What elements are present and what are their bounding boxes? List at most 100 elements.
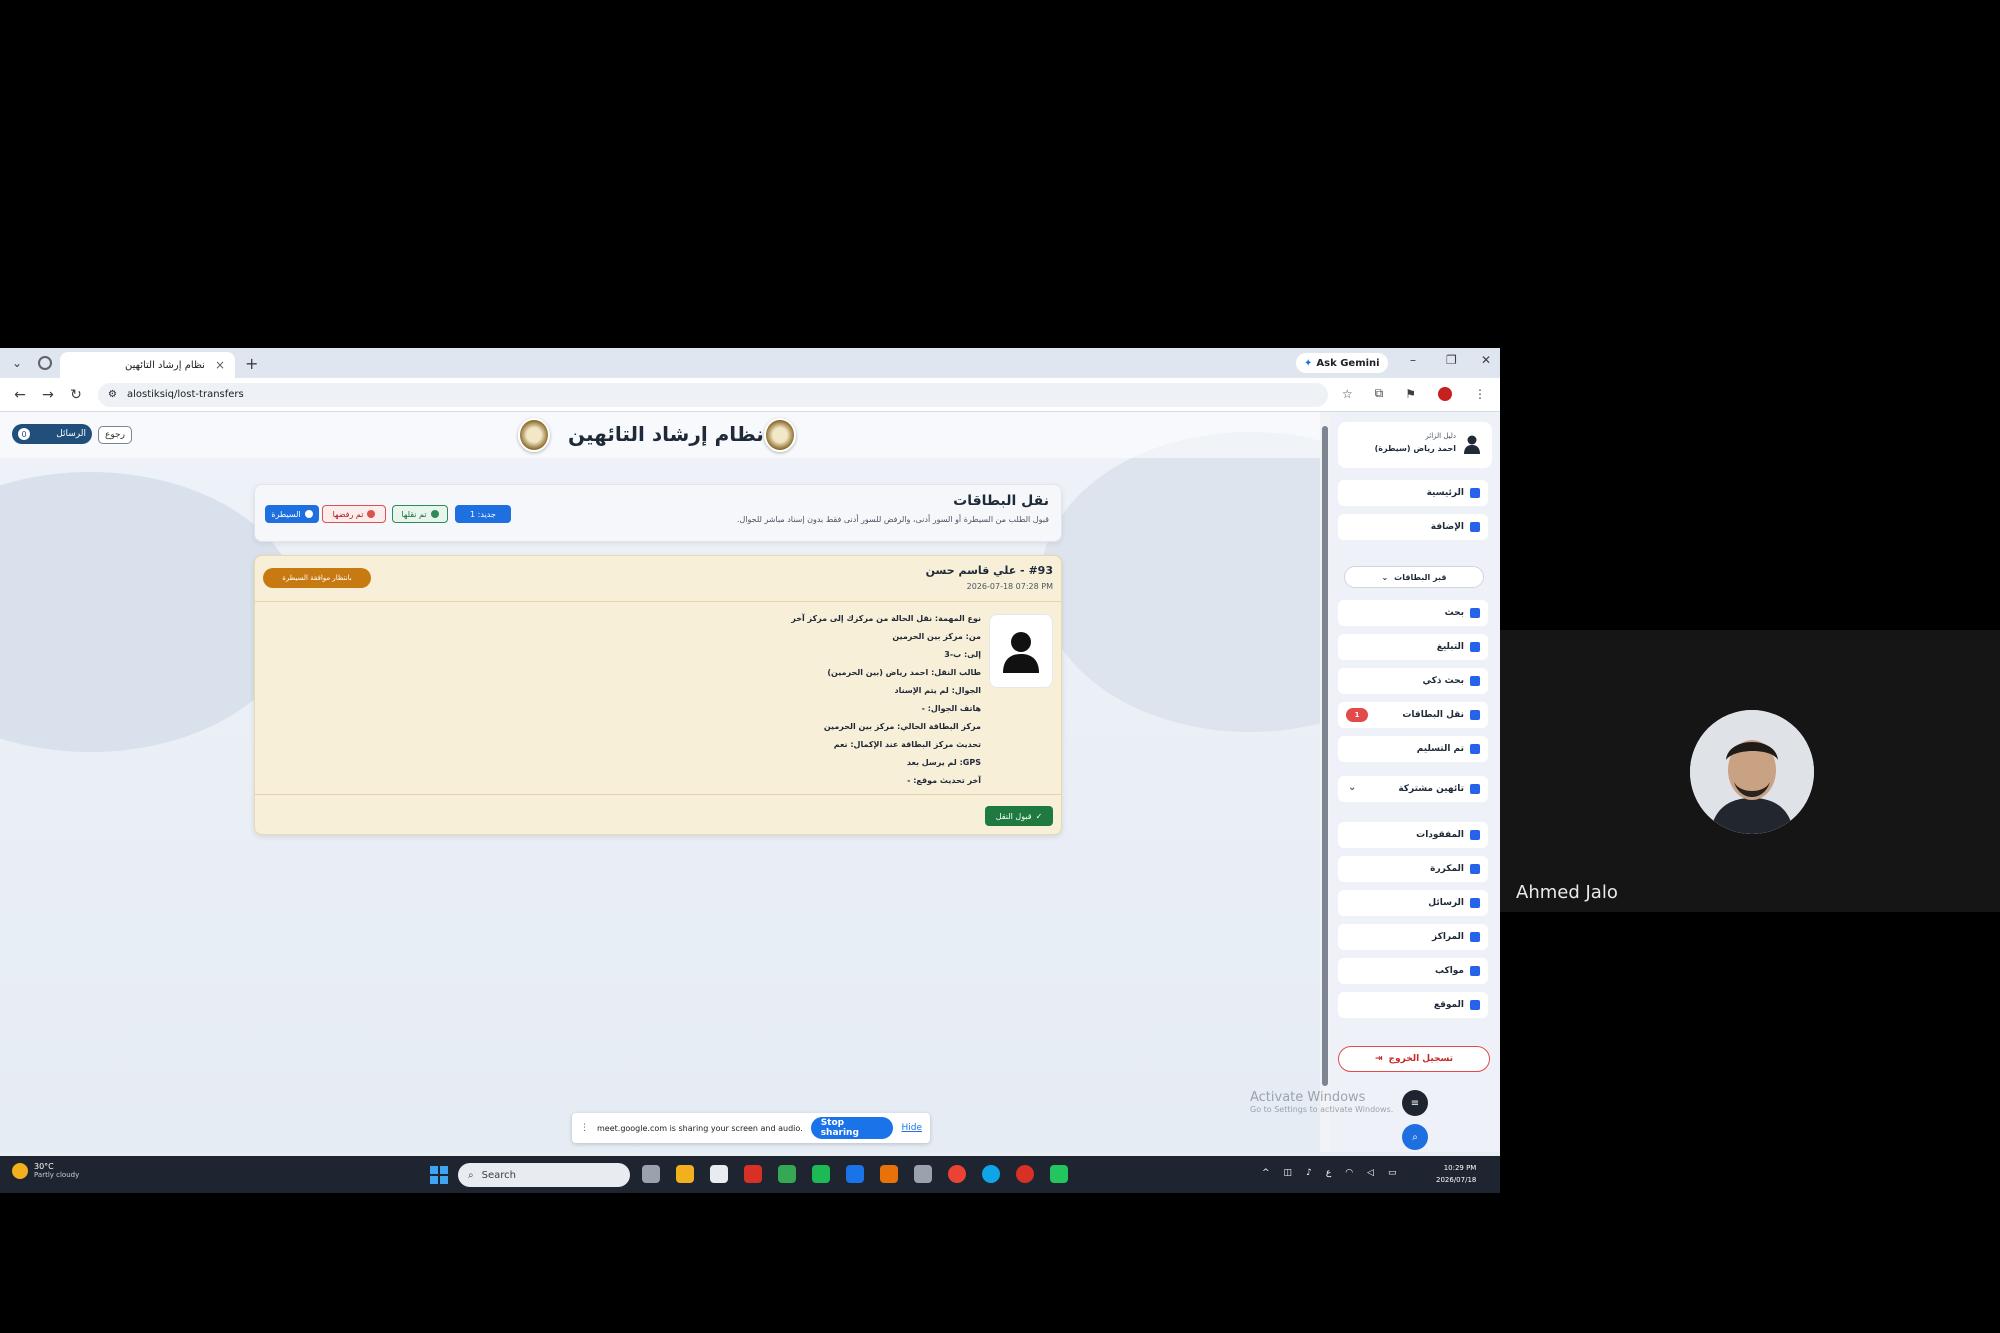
detail-row: تحديث مركز البطاقة عند الإكمال: نعم [833,740,981,749]
logout-label: تسجيل الخروج [1388,1054,1454,1064]
participant-avatar [1690,710,1814,834]
detail-row: آخر تحديث موقع: - [907,776,981,785]
excel-icon[interactable] [778,1165,796,1183]
filter-rejected-chip[interactable]: تم رفضها [322,505,386,523]
sidebar-item-centers[interactable]: المراكز [1338,924,1488,950]
sidebar-item-label: تائهين مشتركة [1398,784,1464,794]
sidebar-item-duplicates[interactable]: المكررة [1338,856,1488,882]
drag-handle-icon[interactable]: ⋮ [580,1123,589,1133]
ask-gemini-label: Ask Gemini [1316,357,1380,369]
transfer-card: #93 - علي قاسم حسن 2026-07-18 07:28 PM ب… [254,555,1062,835]
bookmark-star-icon[interactable]: ☆ [1342,387,1353,401]
app-icon[interactable] [880,1165,898,1183]
sidebar-item-smart-search[interactable]: بحث ذكي [1338,668,1488,694]
cards-dropdown-label: قبر البطاقات [1394,572,1447,582]
emblem-logo-right [764,418,796,452]
filter-accepted-chip[interactable]: تم نقلها [392,505,448,523]
scrollbar-thumb[interactable] [1322,426,1328,1086]
chat-icon[interactable]: ≡ [1402,1090,1428,1116]
battery-icon[interactable]: ▭ [1388,1168,1397,1178]
extensions-icon[interactable]: ⧉ [1375,386,1384,401]
check-icon: ✓ [1035,811,1043,821]
tab-list-icon[interactable]: ⌄ [4,352,30,374]
sidebar-item-processions[interactable]: مواكب [1338,958,1488,984]
chrome-icon[interactable] [948,1165,966,1183]
tray-app-icon[interactable]: ◫ [1284,1168,1293,1178]
sidebar-item-label: بحث [1444,608,1464,618]
logout-button[interactable]: تسجيل الخروج ⇥ [1338,1046,1490,1072]
restore-icon[interactable]: ❐ [1446,353,1457,367]
sidebar-item-lost-items[interactable]: المفقودات [1338,822,1488,848]
sidebar-item-search[interactable]: بحث [1338,600,1488,626]
hide-share-bar-link[interactable]: Hide [901,1123,922,1133]
tab-close-icon[interactable]: × [215,358,225,372]
detail-row: إلى: ب-3 [944,650,981,659]
people-icon [1470,784,1480,794]
filter-new-chip[interactable]: جديد: 1 [455,505,511,523]
user-icon [1464,435,1480,454]
edge-icon[interactable] [982,1165,1000,1183]
browser-menu-icon[interactable]: ⋮ [1474,387,1486,401]
whatsapp-icon[interactable] [1050,1165,1068,1183]
site-info-icon[interactable]: ⚙ [108,389,117,400]
person-icon [1003,632,1039,673]
new-tab-icon[interactable]: + [245,354,258,373]
close-window-icon[interactable]: ✕ [1481,353,1491,367]
bing-icon[interactable] [846,1165,864,1183]
minimize-icon[interactable]: – [1410,353,1416,367]
windows-start-icon[interactable] [430,1166,448,1184]
sidebar-item-shared-lost[interactable]: ⌄ تائهين مشتركة [1338,776,1488,802]
tray-chevron-icon[interactable]: ^ [1262,1168,1270,1178]
volume-icon[interactable]: ◁ [1367,1168,1374,1178]
sidebar-item-label: الرئيسية [1426,488,1464,498]
store-icon[interactable] [710,1165,728,1183]
address-bar[interactable]: ⚙ alostiksiq/lost-transfers [98,382,1328,407]
watermark-line-1: Activate Windows [1250,1090,1366,1105]
back-icon[interactable]: ← [12,387,28,403]
sidebar-item-add[interactable]: الإضافة [1338,514,1488,540]
ask-gemini-button[interactable]: ✦ Ask Gemini [1296,353,1388,373]
sidebar-item-delivered[interactable]: تم التسليم [1338,736,1488,762]
profile-avatar-icon[interactable] [1438,386,1452,401]
task-view-icon[interactable] [642,1165,660,1183]
page-scrollbar[interactable] [1320,412,1330,1152]
reload-icon[interactable]: ↻ [68,387,84,403]
sidebar-item-report[interactable]: التبليغ [1338,634,1488,660]
participant-tile[interactable]: Ahmed Jalo [1500,630,2000,912]
extension-icon[interactable]: ⚑ [1405,387,1416,401]
sidebar-item-transfers[interactable]: 1 نقل البطاقات [1338,702,1488,728]
wifi-icon[interactable]: ◠ [1345,1168,1353,1178]
sidebar-item-home[interactable]: الرئيسية [1338,480,1488,506]
language-icon[interactable]: ع [1326,1168,1331,1178]
app-icon[interactable] [744,1165,762,1183]
spotify-icon[interactable] [812,1165,830,1183]
sidebar-item-location[interactable]: الموقع [1338,992,1488,1018]
weather-widget[interactable]: 30°C Partly cloudy [12,1162,79,1179]
search-fab-icon[interactable]: ⌕ [1402,1124,1428,1150]
messages-button[interactable]: الرسائل 0 [12,424,92,444]
forward-icon[interactable]: → [40,387,56,403]
settings-icon[interactable] [914,1165,932,1183]
file-explorer-icon[interactable] [676,1165,694,1183]
taskbar-clock[interactable]: 10:29 PM 2026/07/18 [1436,1162,1476,1186]
opera-icon[interactable] [1016,1165,1034,1183]
accept-transfer-button[interactable]: ✓ قبول النقل [985,806,1053,826]
filter-control-chip[interactable]: السيطرة [265,505,319,523]
taskbar-search[interactable]: ⌕ Search [458,1163,630,1187]
cards-dropdown[interactable]: قبر البطاقات ⌄ [1344,566,1484,588]
detail-row: هاتف الجوال: - [921,704,981,713]
building-icon [1470,932,1480,942]
participant-name: Ahmed Jalo [1516,882,1618,903]
divider [255,794,1061,795]
detail-row: من: مركز بين الحرمين [892,632,981,641]
sidebar-item-messages[interactable]: الرسائل [1338,890,1488,916]
filter-accepted-label: تم نقلها [401,509,427,519]
stop-sharing-button[interactable]: Stop sharing [810,1117,894,1139]
page-title: نظام إرشاد التائهين [568,422,764,446]
microphone-icon[interactable]: ♪ [1306,1168,1312,1178]
back-button[interactable]: رجوع [98,426,132,444]
check-icon [1470,744,1480,754]
browser-tabbar: ⌄ نظام إرشاد التائهين × + ✦ Ask Gemini –… [0,348,1500,378]
search-icon: ⌕ [468,1169,474,1181]
browser-tab[interactable]: نظام إرشاد التائهين × [60,352,235,378]
